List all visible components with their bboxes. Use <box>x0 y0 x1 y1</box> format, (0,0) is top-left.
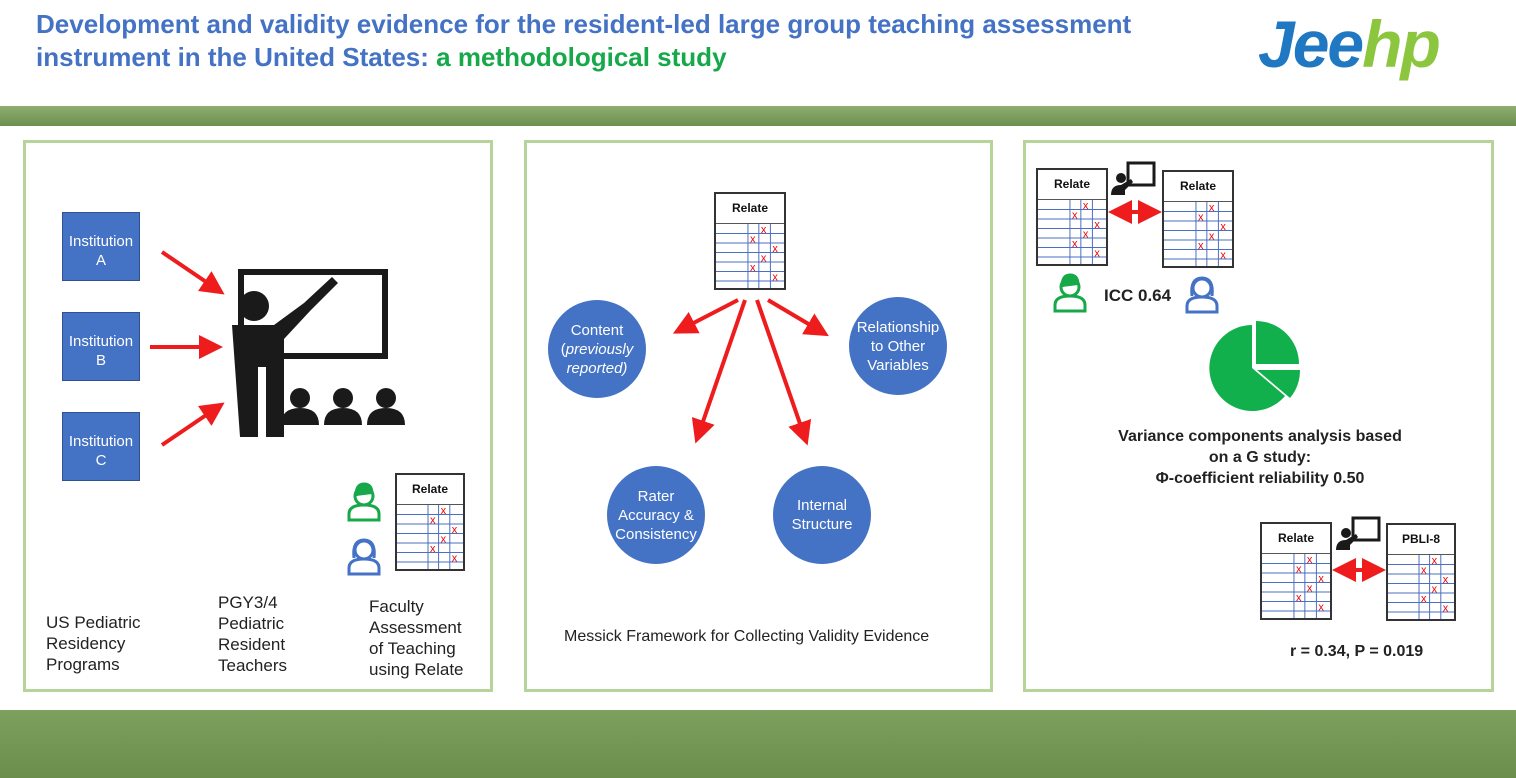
check-mark: x <box>441 505 447 517</box>
title-subtitle: a methodological study <box>436 42 727 72</box>
check-mark: x <box>750 262 756 274</box>
check-mark: x <box>1307 583 1313 595</box>
form-grid: xxxxxx <box>1038 200 1106 264</box>
form-grid: xxxxxx <box>397 505 463 569</box>
check-mark: x <box>1083 200 1089 212</box>
caption-faculty: Faculty Assessment of Teaching using Rel… <box>369 597 464 679</box>
check-mark: x <box>1432 555 1438 567</box>
relate-form: Relate x x x x x x <box>395 473 465 571</box>
logo-part2: hp <box>1362 7 1441 81</box>
check-mark: x <box>761 253 767 265</box>
circle-rater: Rater Accuracy & Consistency <box>607 466 705 564</box>
institution-a-box: Institution A <box>62 212 140 281</box>
circle-relationship: Relationship to Other Variables <box>849 297 947 395</box>
check-mark: x <box>452 524 458 536</box>
circle-content: Content (previously reported) <box>548 300 646 398</box>
check-mark: x <box>1094 219 1100 231</box>
variance-text: Variance components analysis based on a G… <box>1118 428 1402 487</box>
check-mark: x <box>430 515 436 527</box>
logo-part1: Jee <box>1258 7 1364 81</box>
journal-logo: Jeehp <box>1258 6 1441 82</box>
check-mark: x <box>1296 564 1302 576</box>
relate-form-left: Relate x x x x x x <box>1036 168 1108 266</box>
check-mark: x <box>441 534 447 546</box>
check-mark: x <box>1443 574 1449 586</box>
check-mark: x <box>1443 603 1449 615</box>
caption-teachers: PGY3/4 Pediatric Resident Teachers <box>218 593 287 675</box>
relate-form: Relate x x x x x x <box>714 192 786 290</box>
check-mark: x <box>1220 221 1226 233</box>
check-mark: x <box>1209 231 1215 243</box>
caption-messick: Messick Framework for Collecting Validit… <box>564 628 930 645</box>
check-mark: x <box>430 543 436 555</box>
check-mark: x <box>750 234 756 246</box>
relate-form-right: Relate x x x x x x <box>1162 170 1234 268</box>
circle-internal: Internal Structure <box>773 466 871 564</box>
check-mark: x <box>1220 250 1226 262</box>
check-mark: x <box>1421 593 1427 605</box>
relate-form-bottom: Relate x x x x x x <box>1260 522 1332 620</box>
check-mark: x <box>452 553 458 565</box>
icc-value: ICC 0.64 <box>1104 286 1172 305</box>
form-grid: xxxxxx <box>716 224 784 288</box>
check-mark: x <box>1209 202 1215 214</box>
check-mark: x <box>1083 229 1089 241</box>
header-band <box>0 106 1516 126</box>
check-mark: x <box>1072 238 1078 250</box>
check-mark: x <box>1432 584 1438 596</box>
check-mark: x <box>1094 248 1100 260</box>
check-mark: x <box>1198 240 1204 252</box>
check-mark: x <box>1307 554 1313 566</box>
footer-band <box>0 710 1516 778</box>
caption-programs: US Pediatric Residency Programs <box>46 613 141 674</box>
check-mark: x <box>1072 210 1078 222</box>
form-grid: xxxxxx <box>1262 554 1330 618</box>
correlation-value: r = 0.34, P = 0.019 <box>1290 643 1424 660</box>
check-mark: x <box>1296 592 1302 604</box>
form-grid: xxxxxx <box>1164 202 1232 266</box>
check-mark: x <box>761 224 767 236</box>
institution-c-box: Institution C <box>62 412 140 481</box>
page-title: Development and validity evidence for th… <box>36 8 1256 74</box>
check-mark: x <box>772 243 778 255</box>
check-mark: x <box>772 272 778 284</box>
check-mark: x <box>1318 573 1324 585</box>
form-grid: xxxxxx <box>1388 555 1454 619</box>
check-mark: x <box>1198 212 1204 224</box>
check-mark: x <box>1318 602 1324 614</box>
pbli-form: PBLI-8 x x x x x x <box>1386 523 1456 621</box>
check-mark: x <box>1421 565 1427 577</box>
institution-b-box: Institution B <box>62 312 140 381</box>
